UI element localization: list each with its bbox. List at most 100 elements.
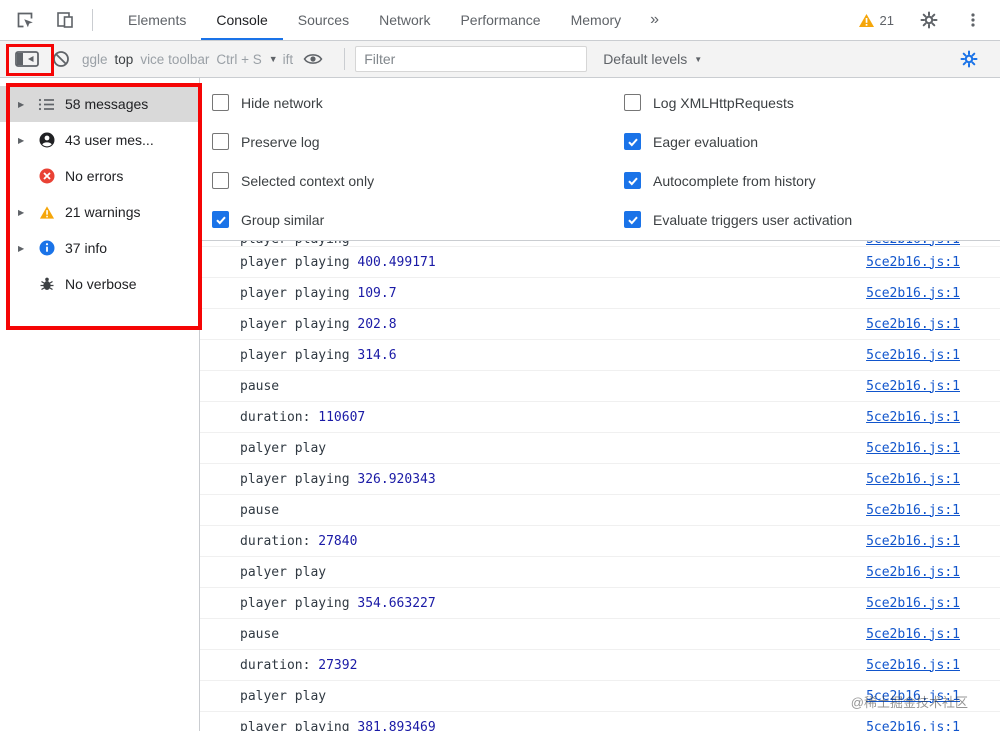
console-settings-gear-icon[interactable] — [956, 46, 982, 72]
sidebar-item-errors[interactable]: ▶No errors — [0, 158, 199, 194]
console-message: duration: 110607 5ce2b16.js:1 — [200, 402, 1000, 433]
console-message-inner: palyer play 5ce2b16.js:1 — [200, 433, 1000, 463]
checkbox-label: Selected context only — [241, 172, 375, 189]
checkbox-group-similar[interactable]: Group similar — [212, 200, 624, 239]
console-message: player playing 381.893469 5ce2b16.js:1 — [200, 712, 1000, 731]
warning-count: 21 — [879, 12, 894, 28]
source-link[interactable]: 5ce2b16.js:1 — [866, 441, 960, 456]
sidebar-item-info[interactable]: ▶ 37 info — [0, 230, 199, 266]
message-value: 109.7 — [357, 285, 397, 301]
divider — [92, 9, 93, 31]
source-link[interactable]: 5ce2b16.js:1 — [866, 596, 960, 611]
warnings-badge[interactable]: 21 — [846, 0, 906, 40]
clear-console-icon[interactable] — [48, 46, 74, 72]
message-text: duration: 27392 — [240, 657, 358, 673]
verbose-icon — [38, 276, 55, 293]
checkbox-label: Hide network — [241, 94, 323, 111]
message-text: player playing — [240, 241, 350, 246]
sidebar-item-messages[interactable]: ▶ 58 messages — [0, 86, 199, 122]
source-link[interactable]: 5ce2b16.js:1 — [866, 565, 960, 580]
sidebar-item-label: No verbose — [65, 276, 137, 292]
sidebar-item-user-messages[interactable]: ▶ 43 user mes... — [0, 122, 199, 158]
console-message-inner: duration: 27840 5ce2b16.js:1 — [200, 526, 1000, 556]
disclosure-triangle-icon[interactable]: ▶ — [18, 100, 28, 109]
disclosure-triangle-icon[interactable]: ▶ — [18, 208, 28, 217]
checkbox-eager-evaluation[interactable]: Eager evaluation — [624, 122, 1000, 161]
more-tabs-button[interactable]: » — [636, 0, 673, 40]
checkbox-checked-icon[interactable] — [624, 211, 641, 228]
message-text: palyer play — [240, 440, 327, 456]
checkbox-unchecked-icon[interactable] — [212, 172, 229, 189]
source-link[interactable]: 5ce2b16.js:1 — [866, 534, 960, 549]
context-selector[interactable]: top — [115, 52, 134, 67]
inspect-element-icon[interactable] — [12, 7, 38, 33]
disclosure-triangle-icon[interactable]: ▶ — [18, 136, 28, 145]
console-message-inner: pause 5ce2b16.js:1 — [200, 371, 1000, 401]
warning-icon — [858, 13, 875, 28]
message-text: player playing 109.7 — [240, 285, 397, 301]
tab-network[interactable]: Network — [364, 0, 445, 40]
tab-console[interactable]: Console — [201, 0, 283, 40]
message-text: palyer play — [240, 564, 327, 580]
source-link[interactable]: 5ce2b16.js:1 — [866, 410, 960, 425]
source-link[interactable]: 5ce2b16.js:1 — [866, 503, 960, 518]
checkbox-checked-icon[interactable] — [624, 133, 641, 150]
checkbox-preserve-log[interactable]: Preserve log — [212, 122, 624, 161]
console-message-inner: duration: 110607 5ce2b16.js:1 — [200, 402, 1000, 432]
source-link[interactable]: 5ce2b16.js:1 — [866, 241, 960, 246]
message-value: 110607 — [318, 409, 366, 425]
console-message-inner: duration: 27392 5ce2b16.js:1 — [200, 650, 1000, 680]
console-message-inner: pause 5ce2b16.js:1 — [200, 619, 1000, 649]
sidebar-item-verbose[interactable]: ▶No verbose — [0, 266, 199, 302]
console-message: player playing 202.8 5ce2b16.js:1 — [200, 309, 1000, 340]
device-toolbar-icon[interactable] — [52, 7, 78, 33]
log-levels-dropdown[interactable]: Default levels ▼ — [603, 51, 702, 67]
message-text: player playing 326.920343 — [240, 471, 436, 487]
tab-performance[interactable]: Performance — [445, 0, 555, 40]
checkbox-hide-network[interactable]: Hide network — [212, 83, 624, 122]
source-link[interactable]: 5ce2b16.js:1 — [866, 379, 960, 394]
checkbox-log-xmlhttprequests[interactable]: Log XMLHttpRequests — [624, 83, 1000, 122]
checkbox-selected-context-only[interactable]: Selected context only — [212, 161, 624, 200]
console-message: player playing 326.920343 5ce2b16.js:1 — [200, 464, 1000, 495]
console-body: ▶58 messages▶43 user mes...▶No errors▶21… — [0, 78, 1000, 731]
checkbox-unchecked-icon[interactable] — [624, 94, 641, 111]
console-message: duration: 27840 5ce2b16.js:1 — [200, 526, 1000, 557]
source-link[interactable]: 5ce2b16.js:1 — [866, 627, 960, 642]
kebab-menu-icon[interactable] — [960, 7, 986, 33]
source-link[interactable]: 5ce2b16.js:1 — [866, 658, 960, 673]
warning-icon — [38, 204, 55, 221]
console-sidebar-toggle-icon[interactable] — [14, 46, 40, 72]
console-message-inner: player playing 381.893469 5ce2b16.js:1 — [200, 712, 1000, 731]
source-link[interactable]: 5ce2b16.js:1 — [866, 472, 960, 487]
checkbox-label: Eager evaluation — [653, 133, 759, 150]
tab-memory[interactable]: Memory — [556, 0, 637, 40]
checkbox-unchecked-icon[interactable] — [212, 133, 229, 150]
message-text: pause — [240, 378, 280, 394]
checkbox-evaluate-triggers-user-activation[interactable]: Evaluate triggers user activation — [624, 200, 1000, 239]
console-message-inner: player playing 314.6 5ce2b16.js:1 — [200, 340, 1000, 370]
tab-sources[interactable]: Sources — [283, 0, 364, 40]
source-link[interactable]: 5ce2b16.js:1 — [866, 255, 960, 270]
checkbox-label: Group similar — [241, 211, 325, 228]
sidebar-item-warnings[interactable]: ▶ 21 warnings — [0, 194, 199, 230]
message-text: player playing 314.6 — [240, 347, 397, 363]
divider — [344, 48, 346, 70]
source-link[interactable]: 5ce2b16.js:1 — [866, 348, 960, 363]
console-message: player playing 109.7 5ce2b16.js:1 — [200, 278, 1000, 309]
live-expression-eye-icon[interactable] — [300, 46, 326, 72]
source-link[interactable]: 5ce2b16.js:1 — [866, 720, 960, 731]
checkbox-autocomplete-from-history[interactable]: Autocomplete from history — [624, 161, 1000, 200]
source-link[interactable]: 5ce2b16.js:1 — [866, 286, 960, 301]
settings-gear-icon[interactable] — [916, 7, 942, 33]
checkbox-unchecked-icon[interactable] — [212, 94, 229, 111]
checkbox-checked-icon[interactable] — [212, 211, 229, 228]
console-message-inner: player playing 326.920343 5ce2b16.js:1 — [200, 464, 1000, 494]
filter-input[interactable] — [355, 46, 588, 72]
checkbox-label: Preserve log — [241, 133, 320, 150]
checkbox-checked-icon[interactable] — [624, 172, 641, 189]
disclosure-triangle-icon[interactable]: ▶ — [18, 244, 28, 253]
console-main: Hide network Preserve log Selected context… — [200, 78, 1000, 731]
tab-elements[interactable]: Elements — [113, 0, 201, 40]
source-link[interactable]: 5ce2b16.js:1 — [866, 317, 960, 332]
